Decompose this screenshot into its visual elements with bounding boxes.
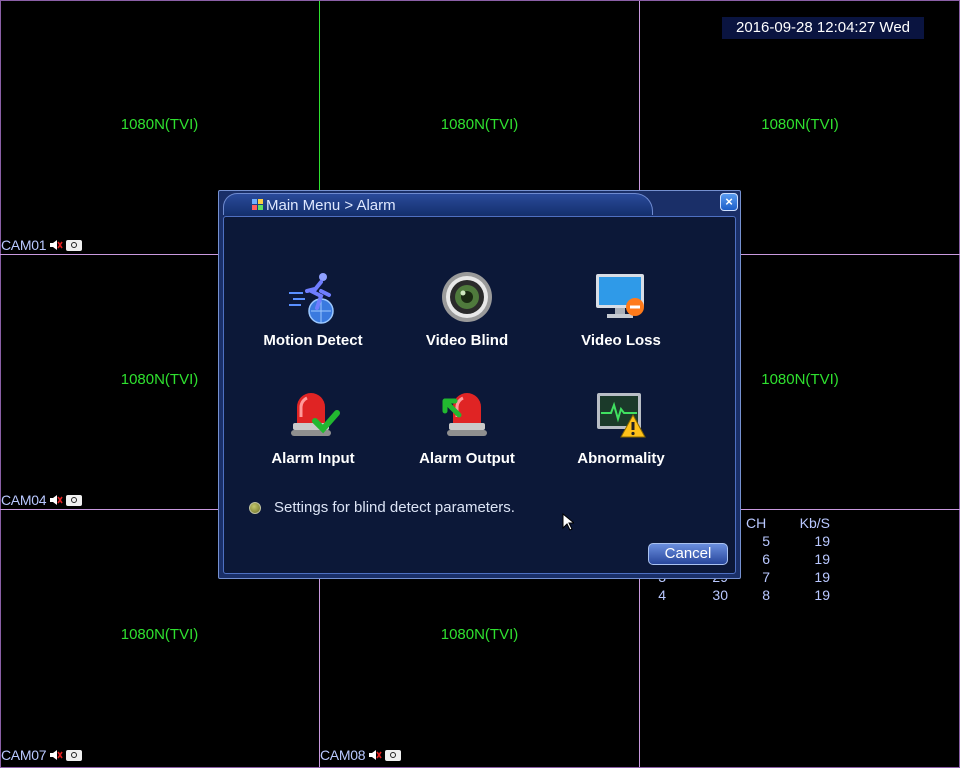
speaker-muted-icon	[369, 750, 382, 760]
record-icon	[66, 239, 83, 251]
video-loss-button[interactable]: Video Loss	[546, 269, 696, 349]
dialog-title: Main Menu > Alarm	[266, 197, 396, 214]
stats-ch: 8	[762, 587, 770, 603]
alarm-menu-dialog: Main Menu > Alarm × Motion Detect Video …	[218, 190, 741, 579]
alarm-output-button[interactable]: Alarm Output	[392, 387, 542, 467]
camera-label: CAM04	[1, 492, 83, 508]
speaker-muted-icon	[50, 750, 63, 760]
record-icon	[66, 749, 83, 761]
help-hint: Settings for blind detect parameters.	[249, 499, 515, 516]
stats-kbs: 19	[814, 587, 830, 603]
dialog-panel: Motion Detect Video Blind Video Loss Ala…	[223, 216, 736, 574]
video-blind-icon	[442, 272, 492, 322]
stats-kbs-left: 30	[712, 587, 728, 603]
record-icon	[385, 749, 402, 761]
camera-name: CAM08	[320, 747, 366, 763]
hint-bullet-icon	[249, 501, 261, 514]
camera-label: CAM01	[1, 237, 83, 253]
camera-name: CAM07	[1, 747, 47, 763]
motion-detect-icon	[289, 273, 334, 324]
hint-text: Settings for blind detect parameters.	[274, 499, 515, 516]
stats-ch: 5	[762, 533, 770, 549]
stats-header-ch: CH	[746, 515, 767, 531]
alarm-input-button[interactable]: Alarm Input	[238, 387, 388, 467]
menu-icon	[252, 199, 263, 210]
item-label: Alarm Input	[271, 450, 355, 467]
resolution-label: 1080N(TVI)	[120, 116, 199, 133]
resolution-label: 1080N(TVI)	[440, 626, 519, 643]
stats-kbs: 19	[814, 551, 830, 567]
dialog-title-bar[interactable]: Main Menu > Alarm	[223, 193, 653, 215]
stats-kbs: 19	[814, 533, 830, 549]
abnormality-icon	[597, 393, 646, 438]
motion-detect-button[interactable]: Motion Detect	[238, 269, 388, 349]
video-blind-button[interactable]: Video Blind	[392, 269, 542, 349]
item-label: Abnormality	[577, 450, 665, 467]
camera-label: CAM08	[320, 747, 402, 763]
record-icon	[66, 494, 83, 506]
video-loss-icon	[596, 274, 644, 318]
stats-kbs: 19	[814, 569, 830, 585]
stats-ch-left: 4	[658, 587, 666, 603]
alarm-output-icon	[442, 393, 487, 436]
resolution-label: 1080N(TVI)	[440, 116, 519, 133]
item-label: Alarm Output	[419, 450, 515, 467]
camera-name: CAM04	[1, 492, 47, 508]
stats-header-kbs: Kb/S	[799, 515, 830, 531]
item-label: Motion Detect	[263, 332, 363, 349]
item-label: Video Blind	[425, 332, 509, 349]
camera-name: CAM01	[1, 237, 47, 253]
camera-label: CAM07	[1, 747, 83, 763]
close-button[interactable]: ×	[720, 193, 738, 211]
speaker-muted-icon	[50, 495, 63, 505]
item-label: Video Loss	[581, 332, 661, 349]
stats-row: 4 30 8 19	[646, 587, 846, 605]
stats-ch: 7	[762, 569, 770, 585]
resolution-label: 1080N(TVI)	[761, 116, 839, 133]
resolution-label: 1080N(TVI)	[120, 626, 199, 643]
alarm-input-icon	[291, 393, 340, 436]
stats-ch: 6	[762, 551, 770, 567]
mouse-cursor-icon	[562, 513, 574, 531]
speaker-muted-icon	[50, 240, 63, 250]
datetime-display: 2016-09-28 12:04:27 Wed	[722, 17, 924, 39]
abnormality-button[interactable]: Abnormality	[546, 387, 696, 467]
cancel-button[interactable]: Cancel	[648, 543, 728, 565]
